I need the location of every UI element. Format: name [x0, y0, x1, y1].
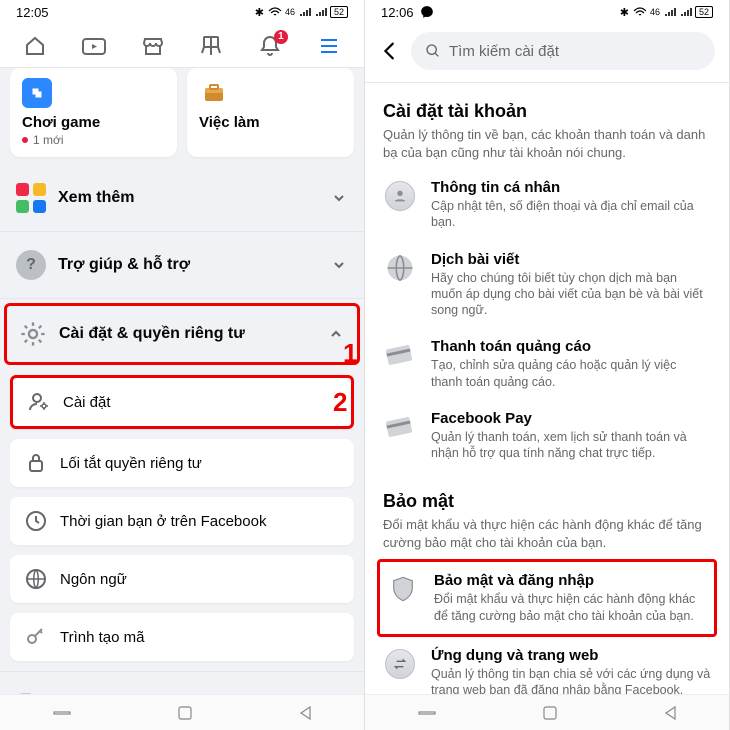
step-1: 1	[343, 338, 357, 369]
globe-icon	[24, 567, 48, 591]
status-bar: 12:05 ✱ 46 52	[0, 0, 364, 24]
wifi-icon	[268, 7, 282, 17]
battery-icon: 52	[330, 6, 348, 18]
nav-watch[interactable]	[80, 32, 108, 60]
signal-icon	[664, 7, 676, 17]
personal-info-item[interactable]: Thông tin cá nhân Cập nhật tên, số điện …	[377, 169, 717, 241]
security-section-desc: Đổi mật khẩu và thực hiện các hành động …	[383, 516, 711, 551]
time-on-facebook-item[interactable]: Thời gian bạn ở trên Facebook	[10, 497, 354, 545]
status-bar: 12:06 ✱ 46 52	[365, 0, 729, 24]
signal-icon	[299, 7, 311, 17]
security-section-title: Bảo mật	[383, 491, 711, 512]
wifi-icon	[633, 7, 647, 17]
android-nav	[0, 694, 364, 730]
grid-icon	[16, 183, 46, 213]
briefcase-icon	[199, 78, 229, 108]
nav-home[interactable]	[21, 32, 49, 60]
back-icon[interactable]	[663, 705, 677, 721]
help-support[interactable]: ? Trợ giúp & hỗ trợ	[10, 236, 354, 294]
question-icon: ?	[16, 250, 46, 280]
settings-privacy[interactable]: Cài đặt & quyền riêng tư	[4, 303, 360, 365]
translate-item[interactable]: Dịch bài viết Hãy cho chúng tôi biết tùy…	[377, 241, 717, 329]
nav-marketplace[interactable]	[139, 32, 167, 60]
logout-icon	[16, 690, 42, 694]
home-icon[interactable]	[542, 705, 558, 721]
clock: 12:05	[16, 5, 49, 20]
android-nav	[365, 694, 729, 730]
settings-item[interactable]: Cài đặt	[10, 375, 354, 429]
messenger-icon	[420, 5, 434, 19]
gaming-icon	[22, 78, 52, 108]
account-section-desc: Quản lý thông tin về bạn, các khoản than…	[383, 126, 711, 161]
facebook-pay-item[interactable]: Facebook Pay Quản lý thanh toán, xem lịc…	[377, 400, 717, 472]
search-icon	[425, 43, 441, 59]
language-item[interactable]: Ngôn ngữ	[10, 555, 354, 603]
swap-icon	[383, 647, 417, 681]
notification-badge: 1	[274, 30, 288, 44]
logout[interactable]: Đăng xuất	[10, 676, 354, 694]
card-icon	[383, 410, 417, 444]
recent-icon[interactable]	[52, 706, 72, 720]
person-icon	[383, 179, 417, 213]
clock: 12:06	[381, 5, 414, 20]
home-icon[interactable]	[177, 705, 193, 721]
shield-icon	[386, 572, 420, 606]
status-icons: ✱ 46 52	[255, 6, 348, 19]
step-2: 2	[333, 387, 347, 418]
nav-groups[interactable]	[197, 32, 225, 60]
globe-icon	[383, 251, 417, 285]
shortcut-gaming[interactable]: Chơi game 1 mới	[10, 68, 177, 157]
lock-icon	[24, 451, 48, 475]
search-input[interactable]: Tìm kiếm cài đặt	[411, 32, 715, 70]
chevron-down-icon	[330, 256, 348, 274]
nav-notifications[interactable]: 1	[256, 32, 284, 60]
phone-right: 12:06 ✱ 46 52 Tìm kiếm cài đặt Cài đặt t…	[365, 0, 730, 730]
card-icon	[383, 338, 417, 372]
gear-icon	[19, 320, 47, 348]
security-login-item[interactable]: Bảo mật và đăng nhập Đổi mật khẩu và thự…	[377, 559, 717, 637]
signal-icon	[680, 7, 692, 17]
account-section-title: Cài đặt tài khoản	[383, 101, 711, 122]
phone-left: 12:05 ✱ 46 52 1 Chơi game 1	[0, 0, 365, 730]
person-gear-icon	[27, 390, 51, 414]
privacy-shortcuts-item[interactable]: Lối tắt quyền riêng tư	[10, 439, 354, 487]
code-generator-item[interactable]: Trình tạo mã	[10, 613, 354, 661]
back-icon[interactable]	[298, 705, 312, 721]
clock-icon	[24, 509, 48, 533]
key-icon	[24, 625, 48, 649]
back-arrow-icon[interactable]	[379, 40, 401, 62]
chevron-down-icon	[330, 189, 348, 207]
apps-websites-item[interactable]: Ứng dụng và trang web Quản lý thông tin …	[377, 637, 717, 694]
recent-icon[interactable]	[417, 706, 437, 720]
status-icons: ✱ 46 52	[620, 6, 713, 19]
nav-menu[interactable]	[315, 32, 343, 60]
ad-payments-item[interactable]: Thanh toán quảng cáo Tạo, chỉnh sửa quản…	[377, 328, 717, 400]
left-content: Chơi game 1 mới Việc làm Xem thêm	[0, 68, 364, 694]
shortcut-jobs[interactable]: Việc làm	[187, 68, 354, 157]
top-nav: 1	[0, 24, 364, 68]
signal-icon	[315, 7, 327, 17]
battery-icon: 52	[695, 6, 713, 18]
see-more[interactable]: Xem thêm	[10, 169, 354, 227]
